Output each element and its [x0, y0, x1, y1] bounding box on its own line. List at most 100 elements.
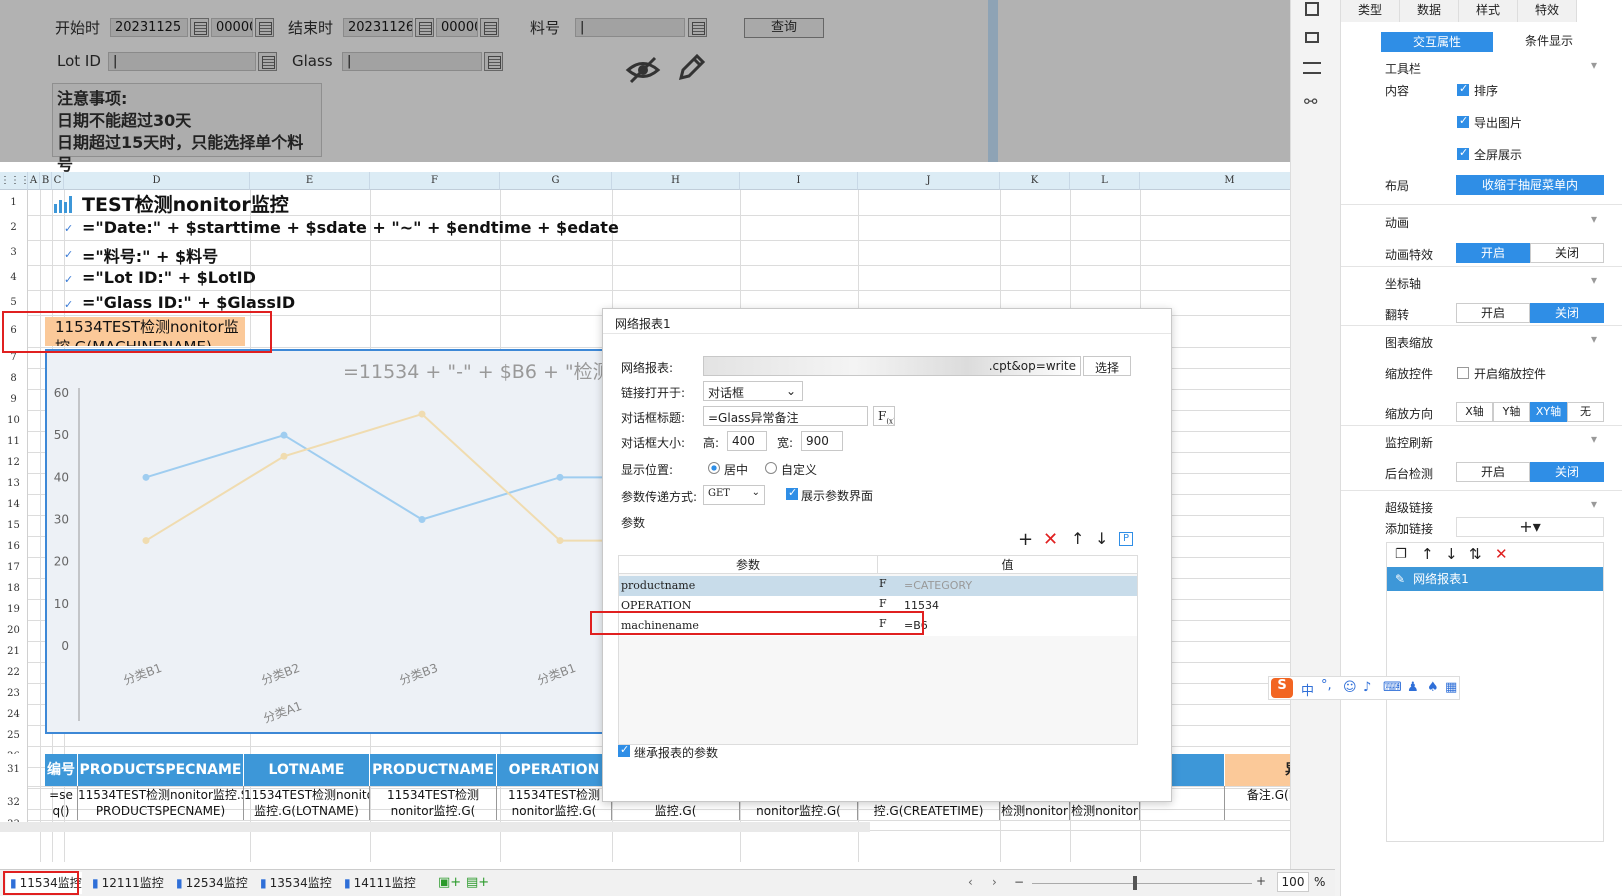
panel-scrollbar[interactable]	[988, 0, 998, 162]
row-header[interactable]: 22	[0, 662, 28, 683]
col-header[interactable]: C	[52, 172, 64, 190]
formula-icon[interactable]: F	[879, 597, 887, 610]
zoom-slider[interactable]	[1032, 883, 1252, 884]
dropdown-icon[interactable]	[258, 52, 277, 71]
row-header[interactable]: 15	[0, 515, 28, 536]
zoom-ctrl-checkbox[interactable]	[1457, 367, 1469, 379]
end-time-field[interactable]: 000000	[436, 18, 478, 37]
formula-material[interactable]: ="料号:" + $料号	[82, 243, 218, 267]
sheet-tab[interactable]: ▮ 12534监控	[172, 872, 248, 894]
chevron-down-icon[interactable]: ▾	[1591, 212, 1597, 226]
flip-on-toggle[interactable]: 开启	[1456, 303, 1530, 323]
start-date-field[interactable]: 20231125	[110, 18, 188, 37]
height-input[interactable]: 400	[727, 431, 767, 451]
chevron-down-icon[interactable]: ▾	[1591, 58, 1597, 72]
sheet-tab[interactable]: ▮ 14111监控	[340, 872, 416, 894]
table-cell[interactable]: 11534TEST检测nonitor 监控.G(LOTNAME)	[244, 786, 370, 820]
row-header[interactable]: 2	[0, 215, 28, 240]
link-item[interactable]: ✎ 网络报表1	[1387, 567, 1603, 591]
hide-eye-icon[interactable]	[625, 55, 661, 85]
grid-icon[interactable]: ▦	[1445, 680, 1457, 695]
end-date-field[interactable]: 20231126	[343, 18, 413, 37]
flip-off-toggle[interactable]: 关闭	[1530, 303, 1604, 323]
subtab-interaction[interactable]: 交互属性	[1381, 32, 1493, 52]
move-down-icon[interactable]: ↓	[1445, 545, 1458, 563]
ime-punct[interactable]: °,	[1321, 678, 1332, 693]
zoom-in-icon[interactable]: +	[1256, 874, 1266, 888]
subtab-condition[interactable]: 条件显示	[1493, 32, 1605, 52]
shirt-icon[interactable]: ♠	[1427, 680, 1439, 695]
chart-container[interactable]: =11534 + "-" + $B6 + "检测 60 50 40 30 20 10 0 分类…	[45, 349, 605, 734]
report-path-input[interactable]: .cpt&op=write	[703, 356, 1081, 376]
row-header[interactable]: 4	[0, 265, 28, 290]
formula-icon[interactable]: F	[879, 577, 887, 590]
row-header[interactable]: 19	[0, 599, 28, 620]
row-header[interactable]: 8	[0, 368, 28, 389]
add-form-icon[interactable]: ▤+	[466, 875, 489, 890]
clock-icon[interactable]	[255, 18, 274, 37]
bg-on-toggle[interactable]: 开启	[1456, 462, 1530, 482]
start-time-field[interactable]: 000000	[211, 18, 253, 37]
col-header[interactable]: K	[1000, 172, 1070, 190]
copy-icon[interactable]: ❐	[1395, 547, 1407, 562]
move-up-icon[interactable]: ↑	[1071, 529, 1084, 548]
calendar-icon[interactable]	[415, 18, 434, 37]
chevron-down-icon[interactable]: ▾	[1591, 432, 1597, 446]
glass-field[interactable]: |	[342, 52, 482, 71]
table-header-cell[interactable]: OPERATION	[497, 754, 612, 786]
zoom-direction-toggle[interactable]: 无	[1567, 402, 1604, 422]
mic-icon[interactable]: ♪	[1363, 680, 1371, 695]
row-header[interactable]: 18	[0, 578, 28, 599]
chevron-down-icon[interactable]: ▾	[1591, 332, 1597, 346]
col-header[interactable]: A	[28, 172, 40, 190]
export-checkbox[interactable]	[1457, 114, 1469, 128]
dropdown-icon[interactable]	[484, 52, 503, 71]
delete-icon[interactable]: ✕	[1043, 529, 1058, 550]
panel-tab[interactable]: 类型	[1341, 0, 1400, 22]
row-header[interactable]: 12	[0, 452, 28, 473]
table-header-cell[interactable]: PRODUCTNAME	[370, 754, 497, 786]
select-button[interactable]: 选择	[1083, 356, 1131, 376]
sort-checkbox[interactable]	[1457, 82, 1469, 96]
monitor-section[interactable]: 监控刷新	[1385, 434, 1433, 451]
row-header[interactable]: 20	[0, 620, 28, 641]
anim-on-toggle[interactable]: 开启	[1456, 243, 1530, 263]
zoom-out-icon[interactable]: −	[1014, 875, 1024, 889]
query-button[interactable]: 查询	[744, 18, 824, 38]
col-header[interactable]: L	[1070, 172, 1140, 190]
col-header[interactable]: H	[612, 172, 740, 190]
row-header[interactable]: 17	[0, 557, 28, 578]
anim-section[interactable]: 动画	[1385, 214, 1409, 231]
chevron-down-icon[interactable]: ▾	[1591, 273, 1597, 287]
chevron-down-icon[interactable]: ▾	[1591, 497, 1597, 511]
table-header-cell[interactable]: LOTNAME	[244, 754, 370, 786]
inherit-checkbox[interactable]	[618, 743, 630, 757]
dropdown-icon[interactable]	[688, 18, 707, 37]
width-input[interactable]: 900	[801, 431, 843, 451]
method-select[interactable]: GET ⌄	[703, 485, 765, 505]
col-header[interactable]: F	[370, 172, 500, 190]
clock-icon[interactable]	[480, 18, 499, 37]
ime-logo-icon[interactable]: S	[1271, 678, 1293, 698]
axis-section[interactable]: 坐标轴	[1385, 275, 1421, 292]
layout-select[interactable]: 收缩于抽屉菜单内	[1456, 175, 1604, 195]
zoom-input[interactable]: 100	[1277, 872, 1309, 892]
panel-tab[interactable]: 样式	[1459, 0, 1518, 22]
row-header[interactable]: 25	[0, 725, 28, 746]
add-icon[interactable]: +	[1018, 529, 1033, 550]
col-header[interactable]: B	[40, 172, 52, 190]
calendar-icon[interactable]	[190, 18, 209, 37]
next-icon[interactable]: ›	[992, 875, 997, 889]
table-header-cell[interactable]: 编号	[45, 754, 78, 786]
col-header[interactable]: E	[250, 172, 370, 190]
table-cell[interactable]: =se q()	[45, 786, 78, 820]
dialog-title-input[interactable]: =Glass异常备注	[703, 406, 868, 426]
row-header[interactable]: 1	[0, 190, 28, 215]
prev-icon[interactable]: ‹	[968, 875, 973, 889]
row-header[interactable]: 24	[0, 704, 28, 725]
sheet-tab[interactable]: ▮ 13534监控	[256, 872, 332, 894]
show-params-checkbox[interactable]	[786, 486, 798, 500]
formula-glass[interactable]: ="Glass ID:" + $GlassID	[82, 293, 295, 312]
sheet-tab[interactable]: ▮ 12111监控	[88, 872, 164, 894]
lot-id-field[interactable]: |	[108, 52, 256, 71]
